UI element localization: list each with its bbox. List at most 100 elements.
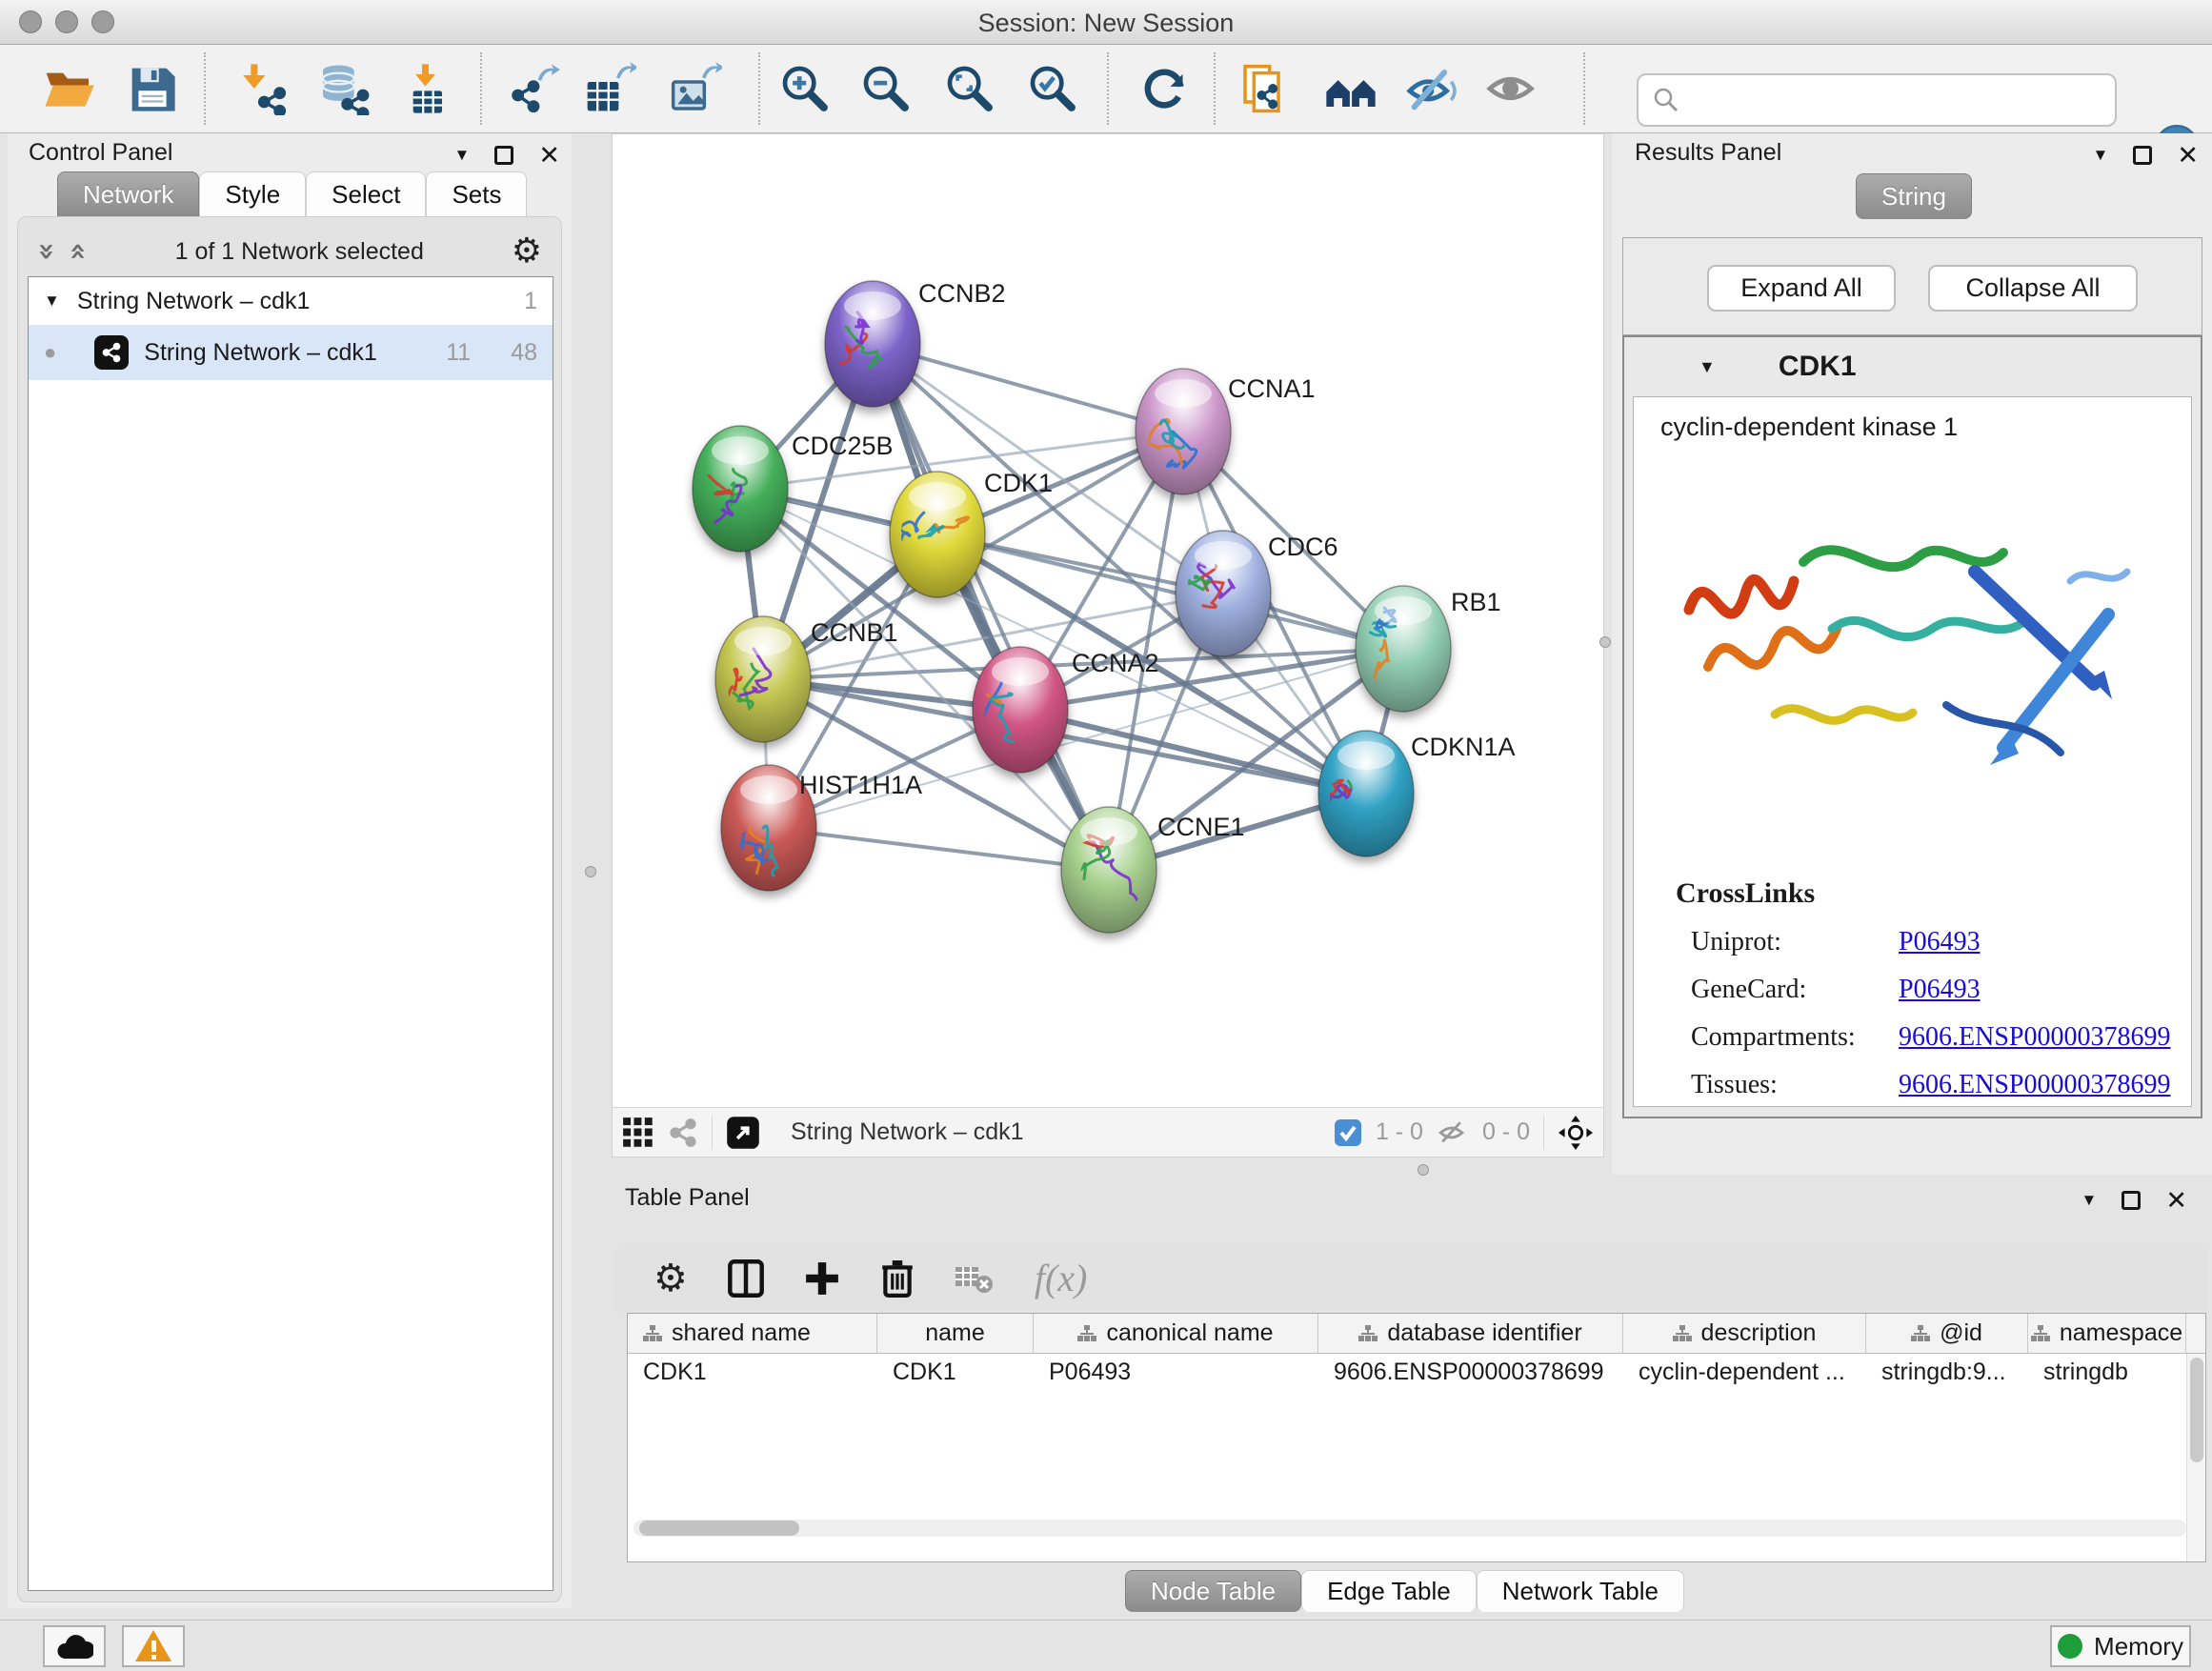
- node-label-CCNA2[interactable]: CCNA2: [1072, 649, 1159, 677]
- export-network-button[interactable]: [505, 59, 562, 118]
- node-RB1[interactable]: RB1: [1356, 586, 1501, 712]
- table-cell[interactable]: stringdb: [2028, 1354, 2186, 1394]
- column-header-namespace[interactable]: namespace: [2028, 1314, 2186, 1353]
- node-label-RB1[interactable]: RB1: [1451, 588, 1501, 616]
- cdk1-section-header[interactable]: ▼ CDK1: [1624, 337, 2201, 396]
- table-vertical-scrollbar[interactable]: [2186, 1354, 2205, 1562]
- network-row-selected[interactable]: ● String Network – cdk1 11 48: [29, 325, 553, 380]
- import-network-file-button[interactable]: [233, 59, 291, 118]
- close-panel-icon[interactable]: ✕: [2165, 1186, 2187, 1216]
- zoom-in-button[interactable]: [776, 59, 834, 118]
- node-label-CCNE1[interactable]: CCNE1: [1157, 813, 1245, 841]
- warnings-button[interactable]: [122, 1625, 185, 1667]
- panel-menu-icon[interactable]: ▼: [2081, 1191, 2098, 1210]
- tab-edge-table[interactable]: Edge Table: [1301, 1570, 1477, 1612]
- node-CCNB1[interactable]: CCNB1: [703, 616, 897, 742]
- tab-network-table[interactable]: Network Table: [1477, 1570, 1684, 1612]
- column-header-canonical-name[interactable]: canonical name: [1034, 1314, 1318, 1353]
- column-header-description[interactable]: description: [1623, 1314, 1866, 1353]
- crosslink-link[interactable]: P06493: [1899, 975, 1981, 1005]
- import-network-database-button[interactable]: [314, 59, 372, 118]
- node-CDC6[interactable]: CDC6: [1176, 531, 1338, 656]
- tab-style[interactable]: Style: [199, 171, 306, 217]
- memory-button[interactable]: Memory: [2050, 1625, 2191, 1667]
- left-splitter-handle[interactable]: [585, 866, 596, 877]
- collection-expander-icon[interactable]: ▼: [44, 292, 60, 311]
- manage-columns-icon[interactable]: [728, 1259, 764, 1298]
- crosslink-link[interactable]: 9606.ENSP00000378699: [1899, 1070, 2170, 1100]
- tab-string[interactable]: String: [1856, 173, 1972, 219]
- close-panel-icon[interactable]: ✕: [538, 141, 560, 171]
- hide-selected-button[interactable]: [1404, 59, 1461, 118]
- tab-network[interactable]: Network: [57, 171, 199, 217]
- table-settings-gear-icon[interactable]: ⚙: [654, 1259, 688, 1298]
- edge-CCNE1-HIST1H1A[interactable]: [769, 828, 1109, 870]
- open-session-button[interactable]: [40, 59, 97, 118]
- float-panel-icon[interactable]: [2133, 146, 2152, 165]
- delete-table-icon[interactable]: [955, 1262, 995, 1295]
- expand-all-button[interactable]: Expand All: [1707, 265, 1896, 312]
- table-horizontal-scrollbar[interactable]: [633, 1520, 2186, 1537]
- network-view[interactable]: CCNB2 CCNA1 CDC25B CDK1 CDC6 RB1 CCNB1 CCNA2 CDK…: [612, 133, 1604, 1158]
- function-builder-icon[interactable]: f(x): [1035, 1256, 1088, 1300]
- close-panel-icon[interactable]: ✕: [2177, 141, 2199, 171]
- node-CCNE1[interactable]: CCNE1: [1061, 807, 1245, 933]
- table-cell[interactable]: stringdb:9...: [1866, 1354, 2028, 1394]
- search-input[interactable]: [1680, 86, 2101, 115]
- right-splitter-handle[interactable]: [1599, 636, 1611, 648]
- node-label-HIST1H1A[interactable]: HIST1H1A: [799, 771, 922, 799]
- column-header--id[interactable]: @id: [1866, 1314, 2028, 1353]
- refresh-button[interactable]: [1136, 59, 1193, 118]
- search-field[interactable]: [1637, 73, 2117, 127]
- table-cell[interactable]: CDK1: [628, 1354, 877, 1394]
- node-CDK1[interactable]: CDK1: [890, 469, 1053, 597]
- export-image-button[interactable]: [667, 59, 724, 118]
- table-cell[interactable]: CDK1: [877, 1354, 1034, 1394]
- node-label-CDC25B[interactable]: CDC25B: [792, 432, 894, 460]
- delete-trash-icon[interactable]: [880, 1259, 915, 1298]
- zoom-out-button[interactable]: [857, 59, 915, 118]
- export-table-button[interactable]: [581, 59, 638, 118]
- column-header-shared-name[interactable]: shared name: [628, 1314, 877, 1353]
- table-row[interactable]: CDK1CDK1P064939606.ENSP00000378699cyclin…: [628, 1354, 2205, 1394]
- panel-menu-icon[interactable]: ▼: [454, 146, 471, 165]
- clone-network-button[interactable]: [1237, 59, 1294, 118]
- open-in-window-icon[interactable]: [726, 1116, 760, 1150]
- column-header-name[interactable]: name: [877, 1314, 1034, 1353]
- import-table-button[interactable]: [400, 59, 457, 118]
- table-cell[interactable]: P06493: [1034, 1354, 1318, 1394]
- node-CCNB2[interactable]: CCNB2: [816, 279, 1006, 407]
- node-label-CDK1[interactable]: CDK1: [984, 469, 1053, 497]
- crosslink-link[interactable]: 9606.ENSP00000378699: [1899, 1022, 2170, 1053]
- float-panel-icon[interactable]: [2122, 1191, 2141, 1210]
- fit-selected-crosshair-icon[interactable]: [1558, 1115, 1594, 1151]
- panel-menu-icon[interactable]: ▼: [2093, 146, 2109, 165]
- cloud-button[interactable]: [43, 1625, 106, 1667]
- show-all-button[interactable]: [1484, 59, 1541, 118]
- birdseye-grid-icon[interactable]: [622, 1117, 654, 1149]
- tab-select[interactable]: Select: [306, 171, 426, 217]
- float-panel-icon[interactable]: [494, 146, 513, 165]
- houses-button[interactable]: [1322, 59, 1379, 118]
- node-label-CCNB1[interactable]: CCNB1: [811, 618, 898, 647]
- column-header-database-identifier[interactable]: database identifier: [1318, 1314, 1623, 1353]
- table-cell[interactable]: 9606.ENSP00000378699: [1318, 1354, 1623, 1394]
- crosslink-link[interactable]: P06493: [1899, 927, 1981, 957]
- share-network-icon[interactable]: [668, 1117, 698, 1148]
- tab-node-table[interactable]: Node Table: [1125, 1570, 1301, 1612]
- network-collection-row[interactable]: ▼ String Network – cdk1 1: [29, 277, 553, 325]
- node-label-CDKN1A[interactable]: CDKN1A: [1411, 733, 1516, 761]
- table-cell[interactable]: cyclin-dependent ...: [1623, 1354, 1866, 1394]
- section-expander-icon[interactable]: ▼: [1699, 357, 1716, 377]
- save-session-button[interactable]: [124, 59, 181, 118]
- add-icon[interactable]: [804, 1260, 840, 1297]
- tab-sets[interactable]: Sets: [426, 171, 527, 217]
- collapse-all-button[interactable]: Collapse All: [1928, 265, 2138, 312]
- node-table[interactable]: shared namenamecanonical namedatabase id…: [627, 1313, 2206, 1562]
- node-label-CDC6[interactable]: CDC6: [1268, 533, 1338, 561]
- node-label-CCNB2[interactable]: CCNB2: [918, 279, 1006, 308]
- node-label-CCNA1[interactable]: CCNA1: [1228, 374, 1316, 403]
- network-options-gear-icon[interactable]: ⚙: [512, 234, 542, 269]
- node-HIST1H1A[interactable]: HIST1H1A: [721, 765, 922, 892]
- node-CDKN1A[interactable]: CDKN1A: [1304, 731, 1515, 856]
